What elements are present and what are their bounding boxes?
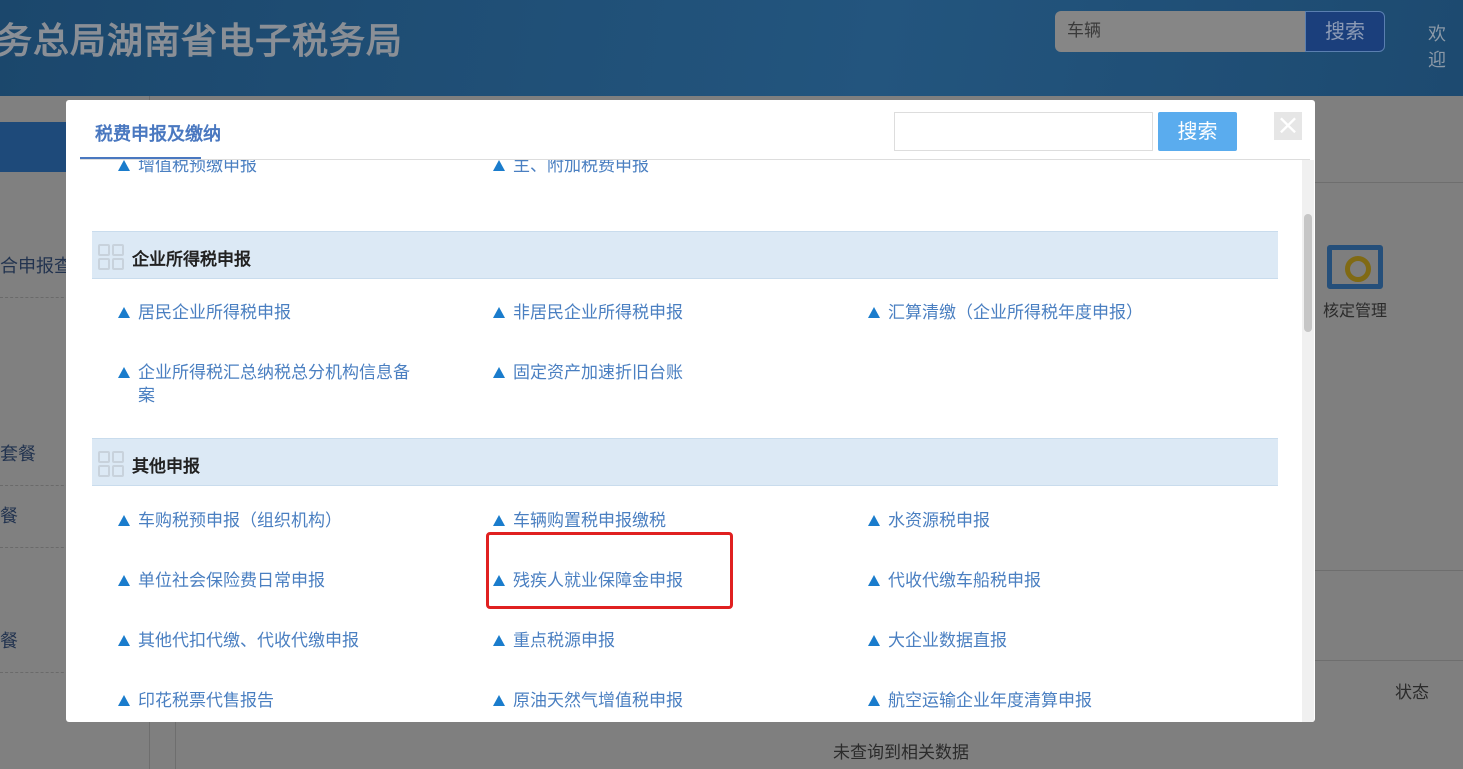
menu-item-label: 固定资产加速折旧台账 (513, 363, 683, 383)
menu-item[interactable]: 车购税预申报（组织机构） (118, 510, 418, 533)
menu-item-label: 印花税票代售报告 (138, 691, 274, 711)
no-data-text: 未查询到相关数据 (833, 738, 969, 763)
modal-title: 税费申报及缴纳 (95, 120, 221, 146)
site-title: 务总局湖南省电子税务局 (0, 12, 403, 64)
menu-item[interactable]: 水资源税申报 (868, 510, 1168, 533)
menu-item[interactable]: 企业所得税汇总纳税总分机构信息备案 (118, 362, 418, 408)
modal-content: 增值税预缴申报 主、附加税费申报企业所得税申报居民企业所得税申报 非居民企业所得税申… (80, 160, 1302, 722)
menu-item-label: 航空运输企业年度清算申报 (888, 691, 1092, 711)
triangle-bullet-icon (118, 307, 130, 318)
status-column-header: 状态 (1395, 678, 1429, 703)
menu-item[interactable]: 居民企业所得税申报 (118, 302, 418, 325)
close-icon[interactable]: × (1274, 112, 1302, 140)
triangle-bullet-icon (868, 575, 880, 586)
triangle-bullet-icon (868, 695, 880, 706)
menu-item-label: 水资源税申报 (888, 511, 990, 531)
menu-item-label: 企业所得税汇总纳税总分机构信息备案 (138, 363, 410, 406)
menu-item[interactable]: 印花税票代售报告 (118, 690, 418, 713)
menu-item[interactable]: 非居民企业所得税申报 (493, 302, 793, 325)
header-search-input[interactable]: 车辆 (1055, 11, 1305, 52)
tax-filing-modal: 税费申报及缴纳 搜索 × 增值税预缴申报 主、附加税费申报企业所得税申报居民企业所… (66, 100, 1315, 722)
triangle-bullet-icon (493, 695, 505, 706)
triangle-bullet-icon (118, 515, 130, 526)
menu-item[interactable]: 固定资产加速折旧台账 (493, 362, 793, 385)
mgmt-label: 核定管理 (1323, 301, 1387, 320)
section-header: 其他申报 (92, 438, 1278, 486)
triangle-bullet-icon (118, 367, 130, 378)
triangle-bullet-icon (493, 635, 505, 646)
triangle-bullet-icon (493, 160, 505, 171)
menu-item-label: 增值税预缴申报 (138, 160, 257, 176)
triangle-bullet-icon (118, 160, 130, 171)
divider (1315, 182, 1463, 183)
grid-icon (98, 244, 126, 270)
menu-item-label: 车购税预申报（组织机构） (138, 511, 342, 531)
triangle-bullet-icon (118, 695, 130, 706)
menu-item-label: 单位社会保险费日常申报 (138, 571, 325, 591)
menu-item-label: 大企业数据直报 (888, 631, 1007, 651)
triangle-bullet-icon (868, 515, 880, 526)
menu-item[interactable]: 重点税源申报 (493, 630, 793, 653)
menu-item[interactable]: 大企业数据直报 (868, 630, 1168, 653)
grid-icon (98, 451, 126, 477)
triangle-bullet-icon (868, 307, 880, 318)
section-header: 企业所得税申报 (92, 231, 1278, 279)
menu-item[interactable]: 原油天然气增值税申报 (493, 690, 793, 713)
triangle-bullet-icon (118, 575, 130, 586)
menu-item[interactable]: 增值税预缴申报 (118, 160, 418, 178)
section-title: 企业所得税申报 (132, 245, 251, 270)
triangle-bullet-icon (493, 367, 505, 378)
triangle-bullet-icon (493, 307, 505, 318)
menu-item-label: 居民企业所得税申报 (138, 303, 291, 323)
highlight-box (486, 532, 733, 609)
header-search-button[interactable]: 搜索 (1305, 11, 1385, 52)
menu-item[interactable]: 单位社会保险费日常申报 (118, 570, 418, 593)
menu-item-label: 非居民企业所得税申报 (513, 303, 683, 323)
menu-item-label: 其他代扣代缴、代收代缴申报 (138, 631, 359, 651)
mgmt-shortcut[interactable]: 核定管理 (1320, 245, 1390, 321)
scrollbar-thumb[interactable] (1304, 214, 1312, 332)
welcome-text: 欢迎 (1428, 20, 1463, 72)
menu-item[interactable]: 航空运输企业年度清算申报 (868, 690, 1168, 713)
menu-item-label: 车辆购置税申报缴税 (513, 511, 666, 531)
triangle-bullet-icon (493, 515, 505, 526)
section-title: 其他申报 (132, 452, 200, 477)
scrollbar[interactable] (1302, 160, 1314, 722)
modal-search-input[interactable] (894, 112, 1153, 151)
menu-item-label: 原油天然气增值税申报 (513, 691, 683, 711)
menu-item-label: 代收代缴车船税申报 (888, 571, 1041, 591)
menu-item[interactable]: 代收代缴车船税申报 (868, 570, 1168, 593)
menu-item-label: 汇算清缴（企业所得税年度申报） (888, 303, 1143, 323)
menu-item[interactable]: 车辆购置税申报缴税 (493, 510, 793, 533)
menu-item[interactable]: 汇算清缴（企业所得税年度申报） (868, 302, 1168, 325)
triangle-bullet-icon (118, 635, 130, 646)
divider (1315, 570, 1463, 571)
triangle-bullet-icon (868, 635, 880, 646)
menu-item[interactable]: 主、附加税费申报 (493, 160, 793, 178)
menu-item-label: 重点税源申报 (513, 631, 615, 651)
menu-item-label: 主、附加税费申报 (513, 160, 649, 176)
monitor-gear-icon (1327, 245, 1383, 289)
sidebar-active-item[interactable] (0, 122, 66, 172)
site-header: 务总局湖南省电子税务局 车辆 搜索 欢迎 (0, 0, 1463, 96)
divider (1315, 660, 1463, 661)
modal-search-button[interactable]: 搜索 (1158, 112, 1237, 151)
menu-item[interactable]: 其他代扣代缴、代收代缴申报 (118, 630, 418, 653)
